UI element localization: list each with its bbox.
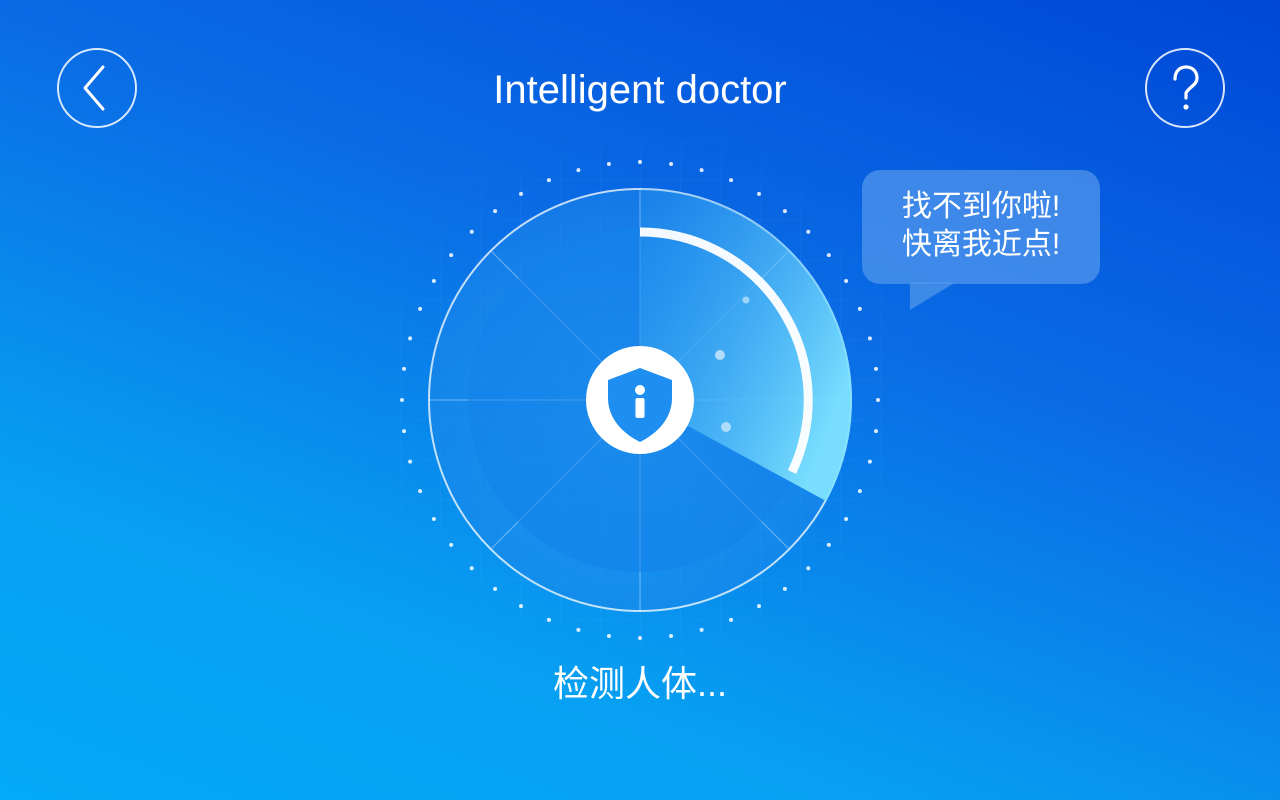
ring-dot <box>606 162 611 167</box>
ring-dot <box>867 336 872 341</box>
ring-dot <box>782 209 787 214</box>
ring-dot <box>757 191 761 196</box>
ring-dot <box>402 366 407 371</box>
bubble-line-1: 找不到你啦! <box>901 190 1061 223</box>
ring-dot <box>449 253 454 258</box>
bubble-line-2: 快离我近点! <box>901 228 1061 261</box>
ring-dot <box>431 517 436 521</box>
ring-dot <box>806 566 811 571</box>
ring-dot <box>826 253 831 258</box>
ring-dot <box>638 636 642 640</box>
ring-dot <box>400 398 404 402</box>
ring-dot <box>546 617 551 622</box>
ring-dot <box>469 229 474 234</box>
ring-dot <box>729 617 734 622</box>
ring-dot <box>876 398 880 402</box>
ring-dot <box>844 517 849 521</box>
ring-dot <box>546 178 551 183</box>
target-dot <box>721 422 731 432</box>
ring-dot <box>576 168 581 173</box>
ring-dot <box>782 586 787 591</box>
question-mark-icon <box>1173 65 1199 110</box>
status-text: 检测人体... <box>552 663 727 704</box>
ring-dot <box>699 627 704 632</box>
ring-dot <box>606 633 611 638</box>
speech-bubble: 找不到你啦! 快离我近点! <box>862 170 1100 284</box>
ring-dot <box>431 279 436 283</box>
ring-dot <box>873 366 878 371</box>
ring-dot <box>402 429 407 434</box>
help-button[interactable] <box>1145 48 1225 128</box>
ring-dot <box>408 336 413 341</box>
ring-dot <box>669 633 674 638</box>
ring-dot <box>469 566 474 571</box>
target-dot <box>742 296 750 304</box>
ring-dot <box>408 459 413 464</box>
ring-dot <box>669 162 674 167</box>
ring-dot <box>449 542 454 547</box>
ring-dot <box>418 306 423 311</box>
radar-scanner <box>400 160 880 640</box>
speech-bubble-tail <box>910 282 956 310</box>
ring-dot <box>873 429 878 434</box>
ring-dot <box>806 229 811 234</box>
page-title: Intelligent doctor <box>493 68 787 112</box>
ring-dot <box>867 459 872 464</box>
ring-dot <box>519 604 523 609</box>
ring-dot <box>757 604 761 609</box>
ring-dot <box>699 168 704 173</box>
ring-dot <box>493 586 498 591</box>
ring-dot <box>729 178 734 183</box>
ring-dot <box>857 306 862 311</box>
ring-dot <box>844 279 849 283</box>
ring-dot <box>576 627 581 632</box>
ring-dot <box>519 191 523 196</box>
ring-dot <box>418 489 423 494</box>
ring-dot <box>638 160 642 164</box>
ring-dot <box>826 542 831 547</box>
ring-dot <box>493 209 498 214</box>
target-dot <box>715 350 725 360</box>
ring-dot <box>857 489 862 494</box>
